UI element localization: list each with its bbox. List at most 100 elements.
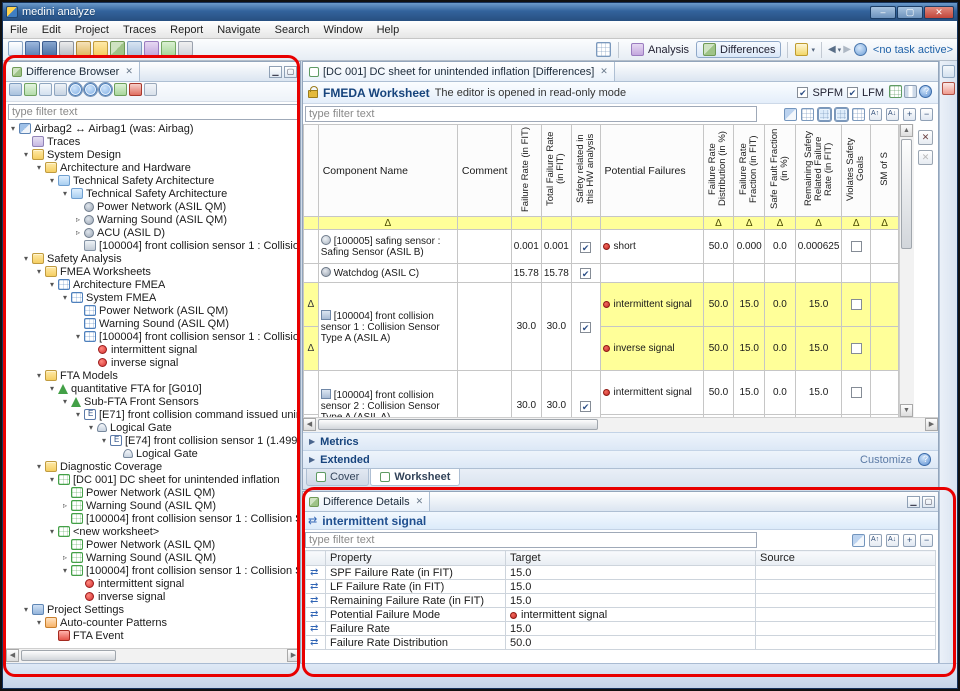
total-failure-rate-cell[interactable]: 30.0 bbox=[541, 371, 571, 418]
tree-item[interactable]: ▹ACU (ASIL D) bbox=[6, 226, 300, 239]
tree-item[interactable]: ▾FTA Models bbox=[6, 369, 300, 382]
expander-icon[interactable]: ▹ bbox=[73, 215, 83, 224]
print-icon[interactable] bbox=[59, 41, 74, 56]
violates-checkbox[interactable] bbox=[851, 241, 862, 252]
tree-item[interactable]: ▹Warning Sound (ASIL QM) bbox=[6, 213, 300, 226]
task-status[interactable]: <no task active> bbox=[873, 44, 953, 56]
failure-rate-cell[interactable]: 15.78 bbox=[511, 264, 541, 283]
spfm-checkbox[interactable] bbox=[797, 87, 808, 98]
expander-icon[interactable]: ▹ bbox=[60, 501, 70, 510]
expander-icon[interactable]: ▾ bbox=[21, 254, 31, 263]
target-cell[interactable]: 15.0 bbox=[506, 594, 756, 608]
safe-fault-fraction-cell[interactable] bbox=[765, 264, 796, 283]
menu-navigate[interactable]: Navigate bbox=[210, 23, 267, 37]
tab-cover[interactable]: Cover bbox=[306, 469, 369, 486]
target-column-header[interactable]: Target bbox=[506, 551, 756, 566]
font-increase-icon[interactable] bbox=[869, 108, 882, 121]
total-failure-rate-cell[interactable]: 15.78 bbox=[541, 264, 571, 283]
maximize-panel-icon[interactable]: ▢ bbox=[922, 496, 935, 508]
close-button[interactable]: ✕ bbox=[924, 6, 954, 19]
component-cell[interactable]: [100004] front collision sensor 2 : Coll… bbox=[318, 371, 457, 418]
tree-item[interactable]: ▾[100004] front collision sensor 1 : Col… bbox=[6, 564, 300, 577]
scrollbar-thumb[interactable] bbox=[21, 650, 116, 661]
safe-fault-fraction-in--column-header[interactable]: Safe Fault Fraction (in %) bbox=[765, 125, 796, 217]
component-cell[interactable]: Watchdog (ASIL C) bbox=[318, 264, 457, 283]
property-cell[interactable]: Remaining Failure Rate (in FIT) bbox=[326, 594, 506, 608]
metrics-section[interactable]: ▶ Metrics bbox=[303, 432, 938, 450]
tree-item[interactable]: ▾Technical Safety Architecture bbox=[6, 174, 300, 187]
failure-rate-fraction-cell[interactable]: 0.000 bbox=[734, 230, 765, 264]
scrollbar-thumb[interactable] bbox=[901, 139, 912, 249]
compare-editor-icon[interactable] bbox=[784, 108, 797, 121]
collapse-rows-icon[interactable] bbox=[920, 534, 933, 547]
details-row[interactable]: ⇄LF Failure Rate (in FIT)15.0 bbox=[306, 580, 936, 594]
tree-item[interactable]: Power Network (ASIL QM) bbox=[6, 486, 300, 499]
property-cell[interactable]: SPF Failure Rate (in FIT) bbox=[326, 566, 506, 580]
compare-editor-icon[interactable] bbox=[852, 534, 865, 547]
safety-related-checkbox[interactable] bbox=[580, 268, 591, 279]
delete-row-icon[interactable]: ✕ bbox=[918, 130, 933, 145]
tree-item[interactable]: ▾[E74] front collision sensor 1 (1.49988… bbox=[6, 434, 300, 447]
expander-icon[interactable]: ▾ bbox=[47, 475, 57, 484]
help-icon[interactable] bbox=[919, 85, 932, 98]
new-icon[interactable] bbox=[8, 41, 23, 56]
tree-item[interactable]: ▾[DC 001] DC sheet for unintended inflat… bbox=[6, 473, 300, 486]
forward-icon[interactable]: ▶ bbox=[843, 44, 851, 55]
expander-icon[interactable]: ▾ bbox=[99, 436, 109, 445]
worksheet-vertical-scrollbar[interactable]: ▲ ▼ bbox=[899, 124, 914, 417]
target-cell[interactable]: 15.0 bbox=[506, 580, 756, 594]
failure-rate-cell[interactable]: 30.0 bbox=[511, 371, 541, 418]
save-icon[interactable] bbox=[25, 41, 40, 56]
comment-cell[interactable] bbox=[457, 371, 511, 418]
source-cell[interactable] bbox=[756, 566, 936, 580]
violates-cell[interactable] bbox=[842, 371, 871, 415]
failure-rate-fraction-cell[interactable] bbox=[734, 264, 765, 283]
expand-rows-icon[interactable] bbox=[903, 534, 916, 547]
potential-failure-cell[interactable] bbox=[600, 264, 703, 283]
tree-item[interactable]: FTA Event bbox=[6, 629, 300, 642]
tree-item[interactable]: ▾<new worksheet> bbox=[6, 525, 300, 538]
editor-tab[interactable]: [DC 001] DC sheet for unintended inflati… bbox=[303, 62, 615, 81]
font-decrease-icon[interactable] bbox=[886, 534, 899, 547]
scroll-right-icon[interactable]: ▶ bbox=[287, 649, 300, 662]
safe-fault-fraction-cell[interactable]: 0.0 bbox=[765, 371, 796, 415]
tree-item[interactable]: ▾[E71] front collision command issued un… bbox=[6, 408, 300, 421]
remaining-failure-rate-cell[interactable] bbox=[795, 264, 842, 283]
safe-fault-fraction-cell[interactable]: 0.0 bbox=[765, 230, 796, 264]
view-flat-icon[interactable] bbox=[852, 108, 865, 121]
safety-related-cell[interactable] bbox=[571, 371, 600, 418]
tree-item[interactable]: ▾Logical Gate bbox=[6, 421, 300, 434]
tree-item[interactable]: Power Network (ASIL QM) bbox=[6, 200, 300, 213]
remaining-failure-rate-cell[interactable]: 0.000625 bbox=[795, 230, 842, 264]
expander-icon[interactable]: ▾ bbox=[34, 163, 44, 172]
safety-related-cell[interactable] bbox=[571, 283, 600, 371]
expander-icon[interactable]: ▾ bbox=[47, 527, 57, 536]
source-cell[interactable] bbox=[756, 580, 936, 594]
failure-rate-distribution-cell[interactable]: 50.0 bbox=[703, 371, 734, 415]
failure-rate-distribution-cell[interactable]: 50.0 bbox=[703, 230, 734, 264]
minimize-button[interactable]: – bbox=[870, 6, 896, 19]
expander-icon[interactable]: ▾ bbox=[8, 124, 18, 133]
failure-rate-distribution-cell[interactable] bbox=[703, 264, 734, 283]
safe-fault-fraction-cell[interactable]: 0.0 bbox=[765, 327, 796, 371]
chevron-down-icon[interactable]: ▾ bbox=[838, 46, 842, 54]
violates-checkbox[interactable] bbox=[851, 387, 862, 398]
delete-icon[interactable] bbox=[129, 83, 142, 96]
tree-item[interactable]: ▾[100004] front collision sensor 1 : Col… bbox=[6, 330, 300, 343]
error-log-icon[interactable] bbox=[942, 82, 955, 95]
tree-horizontal-scrollbar[interactable]: ◀ ▶ bbox=[6, 648, 300, 663]
tree-item[interactable]: intermittent signal bbox=[6, 577, 300, 590]
expander-icon[interactable]: ▾ bbox=[34, 618, 44, 627]
scrollbar-thumb[interactable] bbox=[318, 419, 598, 430]
extended-section[interactable]: ▶ Extended Customize bbox=[303, 450, 938, 468]
collapse-all-icon[interactable] bbox=[54, 83, 67, 96]
accept-icon[interactable] bbox=[114, 83, 127, 96]
tree-item[interactable]: [100004] front collision sensor 1 : Coll… bbox=[6, 512, 300, 525]
remaining-safety-related-failure-rate-in-fit--column-header[interactable]: Remaining Safety Related Failure Rate (i… bbox=[795, 125, 842, 217]
source-column-header[interactable]: Source bbox=[756, 551, 936, 566]
safety-related-cell[interactable] bbox=[571, 230, 600, 264]
tree-item[interactable]: Logical Gate bbox=[6, 447, 300, 460]
export-icon[interactable] bbox=[76, 41, 91, 56]
tree-item[interactable]: [100004] front collision sensor 1 : Coll… bbox=[6, 239, 300, 252]
property-cell[interactable]: Potential Failure Mode bbox=[326, 608, 506, 622]
